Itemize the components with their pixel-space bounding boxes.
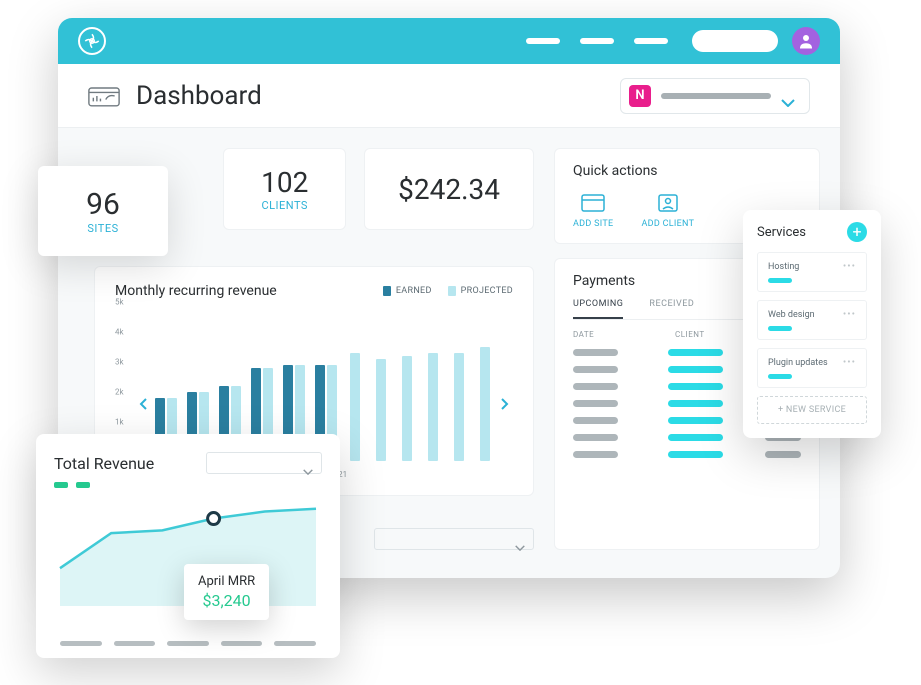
add-site-button[interactable]: ADD SITE <box>573 193 613 229</box>
tr-legend-item <box>76 482 90 488</box>
add-client-button[interactable]: ADD CLIENT <box>641 193 694 229</box>
client-icon <box>655 193 681 213</box>
bar-pair <box>373 311 389 461</box>
chart-prev-button[interactable] <box>137 396 151 410</box>
stat-value-balance: $242.34 <box>398 173 500 206</box>
services-title: Services <box>757 225 806 240</box>
search-input[interactable] <box>692 30 778 52</box>
bar-projected <box>454 353 464 461</box>
stat-value-sites: 96 <box>86 187 120 222</box>
chevron-down-icon <box>515 536 525 542</box>
workspace-badge: N <box>629 85 651 107</box>
tr-x-label <box>274 641 316 646</box>
stat-card-sites[interactable]: 96 SITES <box>38 166 168 256</box>
tr-x-label <box>221 641 263 646</box>
col-date: DATE <box>573 330 627 339</box>
tr-x-label <box>114 641 156 646</box>
service-item[interactable]: Hosting••• <box>757 252 867 292</box>
services-card: Services + Hosting••• Web design••• Plugin… <box>743 210 881 438</box>
more-icon[interactable]: ••• <box>843 357 856 368</box>
bar-pair <box>451 311 467 461</box>
bar-projected <box>376 359 386 461</box>
total-revenue-select[interactable] <box>206 452 322 474</box>
chart-next-button[interactable] <box>497 396 511 410</box>
tr-legend-item <box>54 482 68 488</box>
service-item[interactable]: Plugin updates••• <box>757 348 867 388</box>
tab-received[interactable]: RECEIVED <box>649 299 694 319</box>
dashboard-icon <box>88 84 120 108</box>
bar-projected <box>428 353 438 461</box>
tooltip-value: $3,240 <box>198 591 255 610</box>
col-client: CLIENT <box>675 330 729 339</box>
add-service-button[interactable]: + <box>847 222 867 242</box>
bar-pair <box>477 311 493 461</box>
total-revenue-title: Total Revenue <box>54 454 154 473</box>
nav-item[interactable] <box>526 38 560 44</box>
chart-tooltip: April MRR $3,240 <box>184 564 269 620</box>
bar-projected <box>480 347 490 461</box>
stat-label-clients: CLIENTS <box>261 199 308 212</box>
chevron-down-icon <box>303 460 313 466</box>
app-logo-icon <box>78 27 106 55</box>
service-item[interactable]: Web design••• <box>757 300 867 340</box>
payment-row[interactable] <box>573 451 801 458</box>
topbar <box>58 18 840 64</box>
revenue-title: Monthly recurring revenue <box>115 283 277 299</box>
new-service-button[interactable]: + NEW SERVICE <box>757 396 867 424</box>
stat-card-clients[interactable]: 102 CLIENTS <box>223 148 346 230</box>
tr-x-label <box>167 641 209 646</box>
legend-earned: EARNED <box>383 286 432 296</box>
user-avatar[interactable] <box>792 27 820 55</box>
stat-card-balance[interactable]: $242.34 <box>364 148 534 230</box>
quick-actions-title: Quick actions <box>573 163 801 179</box>
bar-projected <box>350 353 360 461</box>
legend-projected: PROJECTED <box>448 286 513 296</box>
chevron-down-icon <box>781 92 795 100</box>
stat-value-clients: 102 <box>261 166 308 199</box>
more-icon[interactable]: ••• <box>843 261 856 272</box>
nav-item[interactable] <box>580 38 614 44</box>
page-title: Dashboard <box>136 81 262 111</box>
total-revenue-card: Total Revenue April MRR $3,240 <box>36 434 340 658</box>
bar-pair <box>425 311 441 461</box>
site-icon <box>580 193 606 213</box>
total-revenue-chart: April MRR $3,240 <box>54 492 322 637</box>
bar-pair <box>399 311 415 461</box>
nav-item[interactable] <box>634 38 668 44</box>
revenue-period-select[interactable] <box>374 528 534 550</box>
page-header: Dashboard N <box>58 64 840 128</box>
stat-label-sites: SITES <box>87 222 118 235</box>
tooltip-month: April MRR <box>198 574 255 589</box>
more-icon[interactable]: ••• <box>843 309 856 320</box>
tab-upcoming[interactable]: UPCOMING <box>573 299 623 319</box>
bar-projected <box>402 356 412 461</box>
tr-x-label <box>60 641 102 646</box>
workspace-selector[interactable]: N <box>620 78 810 114</box>
bar-pair <box>347 311 363 461</box>
workspace-name-placeholder <box>661 93 771 99</box>
